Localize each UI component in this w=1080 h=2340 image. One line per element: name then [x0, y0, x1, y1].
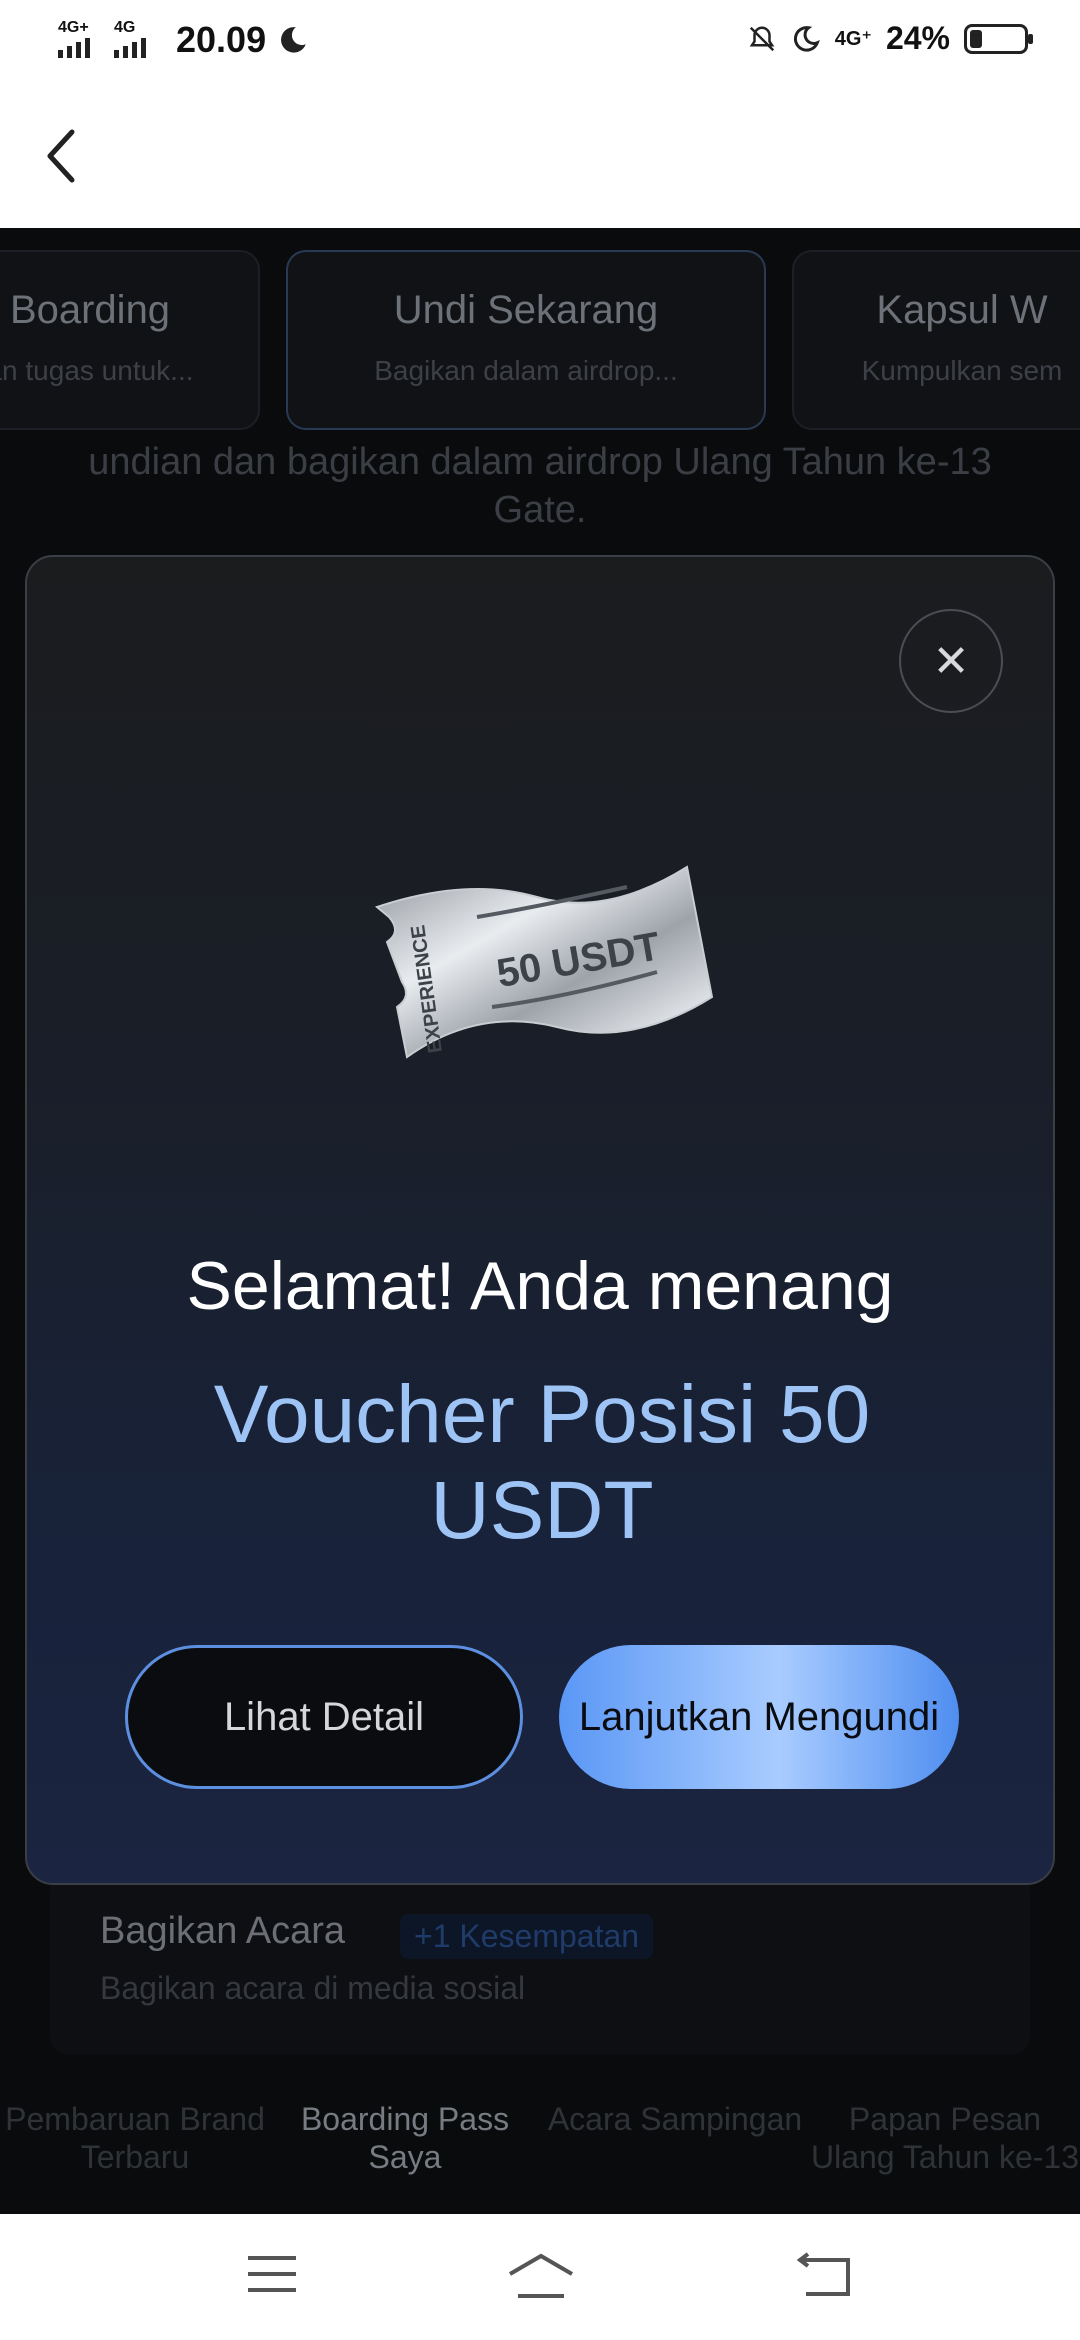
view-detail-button[interactable]: Lihat Detail [125, 1645, 523, 1789]
network-indicator: 4G⁺ [834, 28, 872, 50]
nav-side-events[interactable]: Acara Sampingan [540, 2080, 810, 2214]
close-button[interactable]: ✕ [899, 609, 1003, 713]
back-arrow-icon[interactable] [40, 124, 84, 188]
prize-text: Voucher Posisi 50 USDT [213, 1369, 871, 1556]
share-subtitle: Bagikan acara di media sosial [100, 1970, 526, 2006]
status-bar: 4G+ 4G 20.09 4G⁺ 24% [0, 0, 1080, 84]
signal-icon-2: 4G [114, 18, 160, 62]
clock: 20.09 [176, 19, 267, 60]
tab-subtitle: Bagikan dalam airdrop... [374, 355, 678, 386]
win-title: Selamat! Anda menang [186, 1248, 894, 1324]
network-type: 4G+ [58, 19, 89, 36]
signal-icon: 4G+ [58, 18, 104, 62]
intro-text: undian dan bagikan dalam airdrop Ulang T… [88, 441, 992, 531]
tab-title: Kapsul W [876, 288, 1048, 332]
tab-kapsul[interactable]: Kapsul W Kumpulkan sem [792, 250, 1080, 430]
nav-boarding-pass[interactable]: Boarding Pass Saya [270, 2080, 540, 2214]
app-bar [0, 84, 1080, 228]
chance-badge: +1 Kesempatan [400, 1914, 654, 1959]
continue-draw-button[interactable]: Lanjutkan Mengundi [559, 1645, 959, 1789]
home-icon[interactable] [506, 2252, 576, 2302]
tab-row: Boarding an tugas untuk... Undi Sekarang… [0, 250, 1080, 430]
close-icon: ✕ [932, 636, 970, 686]
tab-title: Boarding [9, 288, 171, 332]
system-nav-bar [0, 2214, 1080, 2340]
win-modal: ✕ 50 USDT EXPERIENCE Selamat! Anda menan… [25, 555, 1055, 1885]
tab-undi-sekarang[interactable]: Undi Sekarang Bagikan dalam airdrop... [286, 250, 766, 430]
tab-subtitle: an tugas untuk... [0, 355, 194, 386]
tab-boarding[interactable]: Boarding an tugas untuk... [0, 250, 260, 430]
moon-icon-right [793, 25, 820, 52]
menu-icon[interactable] [246, 2252, 298, 2296]
page-bottom-nav: Pembaruan Brand Terbaru Boarding Pass Sa… [0, 2080, 1080, 2214]
status-left: 4G+ 4G 20.09 [58, 18, 310, 62]
tab-subtitle: Kumpulkan sem [861, 355, 1063, 386]
network-type-2: 4G [114, 19, 136, 36]
tab-title: Undi Sekarang [393, 288, 659, 332]
back-nav-icon[interactable] [796, 2252, 852, 2298]
status-right: 4G⁺ 24% [747, 20, 1033, 57]
nav-brand-updates[interactable]: Pembaruan Brand Terbaru [0, 2080, 270, 2214]
moon-icon [281, 27, 306, 53]
share-title: Bagikan Acara [100, 1910, 346, 1952]
share-event-row[interactable]: Bagikan Acara +1 Kesempatan Bagikan acar… [50, 1874, 1030, 2054]
nav-message-board[interactable]: Papan Pesan Ulang Tahun ke-13 [810, 2080, 1080, 2214]
battery-percent: 24% [885, 20, 950, 56]
battery-icon [964, 23, 1033, 54]
voucher-ticket-icon: 50 USDT EXPERIENCE [374, 865, 714, 1059]
bell-off-icon [749, 25, 775, 51]
